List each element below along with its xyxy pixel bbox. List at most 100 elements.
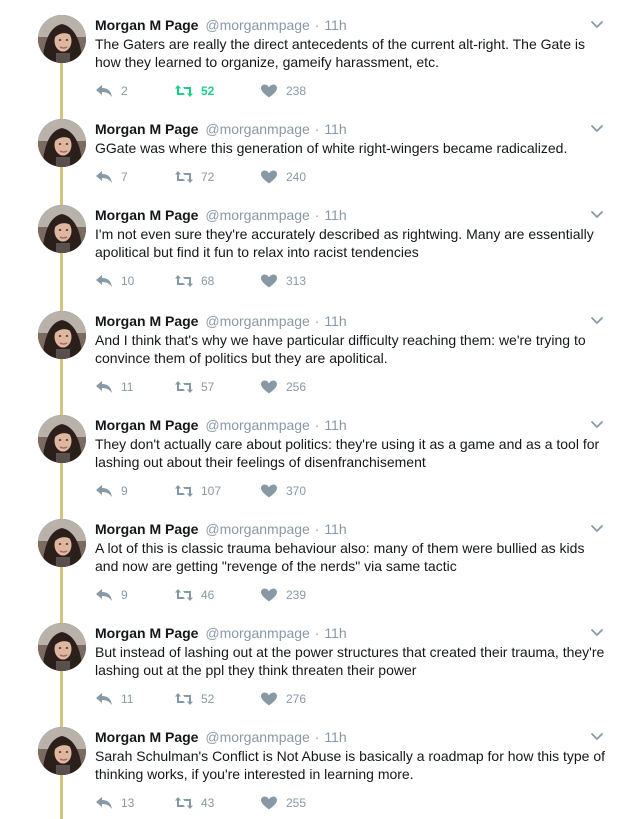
author-name[interactable]: Morgan M Page [95,207,198,223]
chevron-down-icon[interactable] [590,729,604,743]
tweet[interactable]: Morgan M Page @morganmpage · 11h I'm not… [0,205,640,309]
reply-count: 11 [121,380,134,394]
like-button[interactable]: 255 [260,794,306,812]
chevron-down-icon[interactable] [590,625,604,639]
avatar[interactable] [38,415,86,463]
avatar[interactable] [38,15,86,63]
like-button[interactable]: 240 [260,168,306,186]
reply-count: 9 [121,588,128,602]
author-handle[interactable]: @morganmpage [205,207,310,223]
retweet-icon [175,485,193,497]
reply-count: 13 [121,796,135,810]
reply-button[interactable]: 10 [95,272,134,290]
author-handle[interactable]: @morganmpage [205,313,310,329]
reply-button[interactable]: 9 [95,586,128,604]
retweet-count: 57 [201,380,215,394]
retweet-button[interactable]: 57 [175,378,214,396]
like-button[interactable]: 276 [260,690,306,708]
tweet-header: Morgan M Page @morganmpage · 11h [95,623,347,643]
timestamp[interactable]: 11h [324,17,346,33]
author-name[interactable]: Morgan M Page [95,625,198,641]
retweet-icon [175,797,193,809]
avatar[interactable] [38,119,86,167]
time-separator: · [314,17,320,33]
reply-button[interactable]: 11 [95,378,133,396]
tweet-text: I'm not even sure they're accurately des… [95,226,594,260]
like-button[interactable]: 370 [260,482,306,500]
retweet-button[interactable]: 72 [175,168,214,186]
author-name[interactable]: Morgan M Page [95,17,198,33]
retweet-count: 107 [201,484,222,498]
avatar-image [38,727,86,775]
author-handle[interactable]: @morganmpage [205,729,310,745]
retweet-button[interactable]: 52 [175,82,214,100]
author-handle[interactable]: @morganmpage [205,417,310,433]
retweet-count: 52 [201,692,215,706]
avatar[interactable] [38,623,86,671]
time-separator: · [314,417,320,433]
like-button[interactable]: 313 [260,272,306,290]
tweet[interactable]: Morgan M Page @morganmpage · 11h The Gat… [0,15,640,119]
timestamp[interactable]: 11h [324,729,346,745]
author-name[interactable]: Morgan M Page [95,121,198,137]
avatar[interactable] [38,205,86,253]
reply-icon [96,85,112,97]
tweet-header: Morgan M Page @morganmpage · 11h [95,311,347,331]
like-button[interactable]: 256 [260,378,306,396]
avatar[interactable] [38,727,86,775]
timestamp[interactable]: 11h [324,207,346,223]
tweet-text: The Gaters are really the direct anteced… [95,36,585,70]
heart-icon [261,796,277,810]
avatar-image [38,311,86,359]
chevron-down-icon[interactable] [590,521,604,535]
chevron-down-icon[interactable] [590,417,604,431]
retweet-icon [175,171,193,183]
timestamp[interactable]: 11h [324,625,346,641]
avatar[interactable] [38,311,86,359]
tweet[interactable]: Morgan M Page @morganmpage · 11h Sarah S… [0,727,640,819]
reply-button[interactable]: 13 [95,794,134,812]
author-name[interactable]: Morgan M Page [95,729,198,745]
like-button[interactable]: 238 [260,82,306,100]
author-handle[interactable]: @morganmpage [205,625,310,641]
retweet-icon [175,85,193,97]
reply-icon [96,797,112,809]
timestamp[interactable]: 11h [324,313,346,329]
like-button[interactable]: 239 [260,586,306,604]
tweet[interactable]: Morgan M Page @morganmpage · 11h And I t… [0,311,640,415]
retweet-button[interactable]: 52 [175,690,214,708]
tweet-header: Morgan M Page @morganmpage · 11h [95,519,347,539]
author-handle[interactable]: @morganmpage [205,17,310,33]
author-name[interactable]: Morgan M Page [95,521,198,537]
timestamp[interactable]: 11h [324,521,346,537]
chevron-down-icon[interactable] [590,17,604,31]
like-count: 239 [286,588,307,602]
retweet-count: 72 [201,170,215,184]
tweet[interactable]: Morgan M Page @morganmpage · 11h A lot o… [0,519,640,623]
tweet-text: A lot of this is classic trauma behaviou… [95,540,585,574]
reply-button[interactable]: 11 [95,690,133,708]
author-name[interactable]: Morgan M Page [95,313,198,329]
reply-button[interactable]: 9 [95,482,128,500]
timestamp[interactable]: 11h [324,417,346,433]
timestamp[interactable]: 11h [324,121,346,137]
avatar-image [38,623,86,671]
author-name[interactable]: Morgan M Page [95,417,198,433]
author-handle[interactable]: @morganmpage [205,121,310,137]
chevron-down-icon[interactable] [590,313,604,327]
tweet[interactable]: Morgan M Page @morganmpage · 11h But ins… [0,623,640,727]
author-handle[interactable]: @morganmpage [205,521,310,537]
chevron-down-icon[interactable] [590,207,604,221]
retweet-button[interactable]: 43 [175,794,214,812]
reply-icon [96,275,112,287]
reply-button[interactable]: 2 [95,82,128,100]
retweet-button[interactable]: 68 [175,272,214,290]
tweet[interactable]: Morgan M Page @morganmpage · 11h They do… [0,415,640,519]
time-separator: · [314,207,320,223]
avatar[interactable] [38,519,86,567]
reply-button[interactable]: 7 [95,168,128,186]
chevron-down-icon[interactable] [590,121,604,135]
retweet-button[interactable]: 107 [175,482,221,500]
retweet-button[interactable]: 46 [175,586,214,604]
reply-count: 11 [121,692,134,706]
